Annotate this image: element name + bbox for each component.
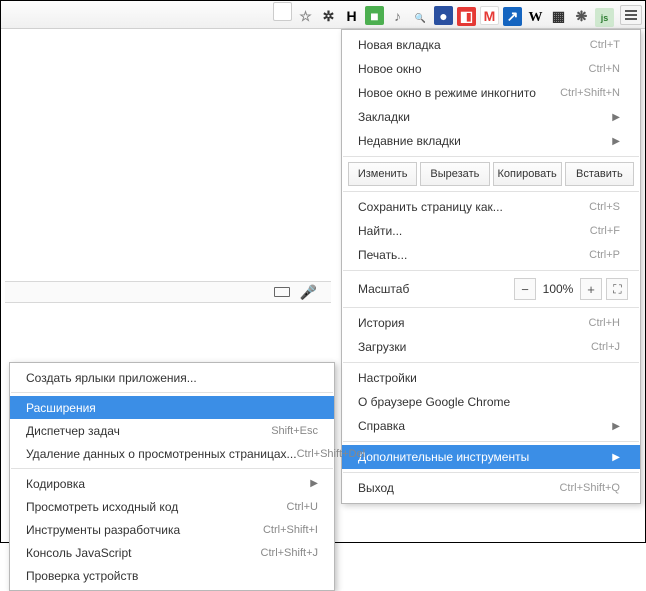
browser-toolbar: ☆✲H■♪🔍●◧M↗W▦❋js — [1, 1, 645, 29]
fullscreen-button[interactable]: ⛶ — [606, 278, 628, 300]
menu-separator — [11, 392, 333, 393]
zoom-out-button[interactable]: − — [514, 278, 536, 300]
menu-new-window[interactable]: Новое окно Ctrl+N — [342, 57, 640, 81]
music-icon[interactable]: ♪ — [388, 6, 407, 25]
chevron-right-icon: ▶ — [612, 452, 620, 463]
search-tools-bar: 🎤 — [5, 281, 331, 303]
menu-save-as[interactable]: Сохранить страницу как... Ctrl+S — [342, 195, 640, 219]
submenu-create-shortcuts[interactable]: Создать ярлыки приложения... — [10, 366, 334, 389]
search-icon[interactable]: 🔍 — [411, 9, 430, 28]
menu-print[interactable]: Печать... Ctrl+P — [342, 243, 640, 267]
menu-about[interactable]: О браузере Google Chrome — [342, 390, 640, 414]
main-menu-button[interactable] — [620, 5, 642, 25]
submenu-extensions[interactable]: Расширения — [10, 396, 334, 419]
box-icon[interactable]: ◧ — [457, 7, 476, 26]
qr-icon[interactable]: ▦ — [549, 7, 568, 26]
menu-help[interactable]: Справка ▶ — [342, 414, 640, 438]
blank-icon[interactable] — [273, 2, 292, 21]
paste-button[interactable]: Вставить — [565, 162, 634, 186]
submenu-clear-data[interactable]: Удаление данных о просмотренных страница… — [10, 442, 334, 465]
chevron-right-icon: ▶ — [612, 136, 620, 147]
menu-separator — [343, 191, 639, 192]
bug-icon[interactable]: ✲ — [319, 7, 338, 26]
menu-find[interactable]: Найти... Ctrl+F — [342, 219, 640, 243]
menu-history[interactable]: История Ctrl+H — [342, 311, 640, 335]
microphone-icon[interactable]: 🎤 — [300, 284, 317, 301]
zoom-in-button[interactable]: + — [580, 278, 602, 300]
menu-separator — [343, 156, 639, 157]
menu-new-incognito[interactable]: Новое окно в режиме инкогнито Ctrl+Shift… — [342, 81, 640, 105]
more-tools-submenu: Создать ярлыки приложения... Расширения … — [9, 362, 335, 591]
submenu-encoding[interactable]: Кодировка ▶ — [10, 472, 334, 495]
menu-separator — [343, 307, 639, 308]
copy-button[interactable]: Копировать — [493, 162, 562, 186]
submenu-inspect-devices[interactable]: Проверка устройств — [10, 564, 334, 587]
menu-bookmarks[interactable]: Закладки ▶ — [342, 105, 640, 129]
menu-recent-tabs[interactable]: Недавние вкладки ▶ — [342, 129, 640, 153]
chevron-right-icon: ▶ — [612, 421, 620, 432]
h-letter-icon[interactable]: H — [342, 6, 361, 25]
keyboard-icon[interactable] — [274, 287, 290, 297]
submenu-view-source[interactable]: Просмотреть исходный код Ctrl+U — [10, 495, 334, 518]
chevron-right-icon: ▶ — [310, 478, 318, 489]
globe-icon[interactable]: ● — [434, 6, 453, 25]
zoom-label: Масштаб — [358, 282, 512, 296]
menu-item-label: Новая вкладка — [358, 38, 590, 52]
js-icon[interactable]: js — [595, 8, 614, 27]
menu-zoom-row: Масштаб − 100% + ⛶ — [342, 274, 640, 304]
star-icon[interactable]: ☆ — [296, 7, 315, 26]
menu-separator — [343, 441, 639, 442]
menu-downloads[interactable]: Загрузки Ctrl+J — [342, 335, 640, 359]
cut-button[interactable]: Вырезать — [420, 162, 489, 186]
submenu-js-console[interactable]: Консоль JavaScript Ctrl+Shift+J — [10, 541, 334, 564]
menu-exit[interactable]: Выход Ctrl+Shift+Q — [342, 476, 640, 500]
submenu-task-manager[interactable]: Диспетчер задач Shift+Esc — [10, 419, 334, 442]
chevron-right-icon: ▶ — [612, 112, 620, 123]
flag-icon[interactable]: ■ — [365, 6, 384, 25]
menu-new-tab[interactable]: Новая вкладка Ctrl+T — [342, 33, 640, 57]
menu-separator — [343, 362, 639, 363]
gmail-icon[interactable]: M — [480, 6, 499, 25]
submenu-devtools[interactable]: Инструменты разработчика Ctrl+Shift+I — [10, 518, 334, 541]
menu-separator — [11, 468, 333, 469]
zoom-value: 100% — [538, 282, 578, 296]
menu-more-tools[interactable]: Дополнительные инструменты ▶ — [342, 445, 640, 469]
evernote-icon[interactable]: ❋ — [572, 7, 591, 26]
wikipedia-icon[interactable]: W — [526, 8, 545, 27]
menu-settings[interactable]: Настройки — [342, 366, 640, 390]
menu-edit-row: Изменить Вырезать Копировать Вставить — [342, 160, 640, 188]
menu-separator — [343, 270, 639, 271]
shortcut-text: Ctrl+T — [590, 39, 620, 51]
menu-separator — [343, 472, 639, 473]
main-menu: Новая вкладка Ctrl+T Новое окно Ctrl+N Н… — [341, 29, 641, 504]
arrow-icon[interactable]: ↗ — [503, 7, 522, 26]
edit-label-button[interactable]: Изменить — [348, 162, 417, 186]
